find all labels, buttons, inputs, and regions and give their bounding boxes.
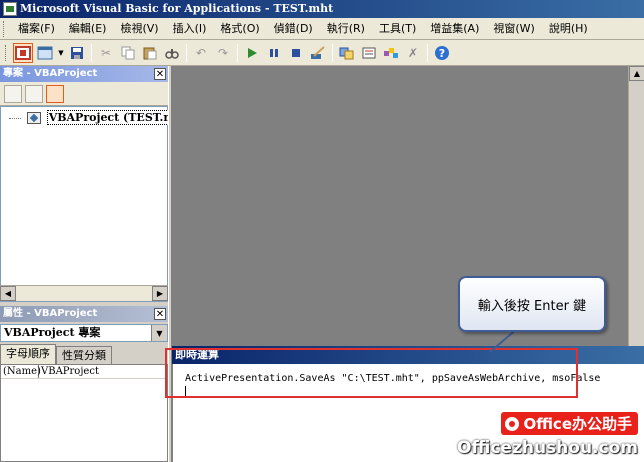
toolbar-separator xyxy=(186,43,187,62)
properties-grid: (Name) VBAProject xyxy=(0,364,168,462)
callout-text: 輸入後按 Enter 鍵 xyxy=(477,298,587,314)
project-explorer-icon[interactable] xyxy=(337,43,357,63)
object-dropdown[interactable]: VBAProject 專案 ▼ xyxy=(0,324,168,342)
immediate-window-title: 即時運算 xyxy=(172,346,644,364)
view-object-icon[interactable] xyxy=(25,84,43,103)
property-name: (Name) xyxy=(3,365,41,378)
toolbar-separator xyxy=(332,43,333,62)
copy-icon[interactable] xyxy=(118,43,138,63)
reset-icon[interactable] xyxy=(286,43,306,63)
watermark: Office办公助手 Officezhushou.com xyxy=(457,412,638,458)
menu-file[interactable]: 檔案(F) xyxy=(11,19,62,39)
save-icon[interactable] xyxy=(67,43,87,63)
menu-help[interactable]: 說明(H) xyxy=(542,19,595,39)
properties-tabs: 字母順序 性質分類 xyxy=(0,344,168,364)
paste-icon[interactable] xyxy=(140,43,160,63)
toolbar-separator xyxy=(427,43,428,62)
properties-window-icon[interactable] xyxy=(359,43,379,63)
object-browser-icon[interactable] xyxy=(381,43,401,63)
properties-panel-title-text: 屬性 - VBAProject xyxy=(3,308,98,319)
view-application-icon[interactable] xyxy=(13,42,33,63)
scroll-left-icon[interactable]: ◀ xyxy=(0,286,16,301)
toolbox-icon[interactable]: ✗ xyxy=(403,43,423,63)
toggle-folders-icon[interactable] xyxy=(46,84,64,103)
menu-view[interactable]: 檢視(V) xyxy=(113,19,165,39)
design-mode-icon[interactable] xyxy=(308,43,328,63)
menu-format[interactable]: 格式(O) xyxy=(213,19,266,39)
project-tree-hscrollbar[interactable]: ◀ ▶ xyxy=(0,285,168,301)
undo-icon[interactable]: ↶ xyxy=(191,43,211,63)
insert-form-icon[interactable] xyxy=(35,43,55,63)
project-panel-toolbar xyxy=(0,82,168,106)
toolbar-grip[interactable] xyxy=(5,44,9,61)
vba-app-icon xyxy=(3,2,17,16)
properties-panel-title: 屬性 - VBAProject ✕ xyxy=(0,306,168,322)
redo-icon[interactable]: ↷ xyxy=(213,43,233,63)
menubar-grip[interactable] xyxy=(3,20,7,37)
tab-alphabetic[interactable]: 字母順序 xyxy=(0,344,56,364)
tab-categorized[interactable]: 性質分類 xyxy=(56,346,112,364)
help-icon[interactable]: ? xyxy=(432,43,452,63)
run-icon[interactable] xyxy=(242,43,262,63)
break-icon[interactable] xyxy=(264,43,284,63)
workspace-vscrollbar[interactable]: ▲ xyxy=(628,66,644,346)
menu-window[interactable]: 視窗(W) xyxy=(486,19,541,39)
office-logo-icon xyxy=(505,416,520,431)
cut-icon[interactable]: ✂ xyxy=(96,43,116,63)
menubar: 檔案(F) 編輯(E) 檢視(V) 插入(I) 格式(O) 偵錯(D) 執行(R… xyxy=(0,18,644,40)
dropdown-arrow-icon[interactable]: ▼ xyxy=(57,43,65,63)
property-value[interactable]: VBAProject xyxy=(39,365,99,378)
project-panel-title: 專案 - VBAProject ✕ xyxy=(0,66,168,82)
menu-insert[interactable]: 插入(I) xyxy=(166,19,214,39)
scroll-right-icon[interactable]: ▶ xyxy=(152,286,168,301)
menu-addins[interactable]: 增益集(A) xyxy=(423,19,486,39)
window-title: Microsoft Visual Basic for Applications … xyxy=(20,2,334,15)
watermark-url: Officezhushou.com xyxy=(456,438,638,458)
menu-edit[interactable]: 編輯(E) xyxy=(62,19,114,39)
menu-run[interactable]: 執行(R) xyxy=(320,19,372,39)
view-code-icon[interactable] xyxy=(4,84,22,103)
tree-connector xyxy=(9,117,21,119)
immediate-code-line[interactable]: ActivePresentation.SaveAs "C:\TEST.mht",… xyxy=(185,373,600,384)
menu-debug[interactable]: 偵錯(D) xyxy=(267,19,320,39)
close-icon[interactable]: ✕ xyxy=(154,308,166,320)
standard-toolbar: ▼ ✂ ↶ ↷ ✗ ? xyxy=(0,40,644,66)
property-row[interactable]: (Name) VBAProject xyxy=(1,365,167,379)
find-icon[interactable] xyxy=(162,43,182,63)
project-tree: VBAProject (TEST.mht) xyxy=(0,106,196,302)
text-caret xyxy=(185,386,186,397)
scroll-up-icon[interactable]: ▲ xyxy=(629,66,644,81)
object-dropdown-value: VBAProject 專案 xyxy=(4,326,101,339)
watermark-badge-text: Office办公助手 xyxy=(523,415,632,433)
close-icon[interactable]: ✕ xyxy=(154,68,166,80)
window-titlebar: Microsoft Visual Basic for Applications … xyxy=(0,0,644,18)
toolbar-separator xyxy=(91,43,92,62)
vba-project-icon xyxy=(26,112,41,124)
chevron-down-icon[interactable]: ▼ xyxy=(151,325,167,341)
watermark-badge: Office办公助手 xyxy=(501,412,638,435)
toolbar-separator xyxy=(237,43,238,62)
project-panel-title-text: 專案 - VBAProject xyxy=(3,68,98,79)
callout-bubble: 輸入後按 Enter 鍵 xyxy=(458,276,606,332)
svg-text:?: ? xyxy=(439,47,445,60)
menu-tools[interactable]: 工具(T) xyxy=(372,19,423,39)
